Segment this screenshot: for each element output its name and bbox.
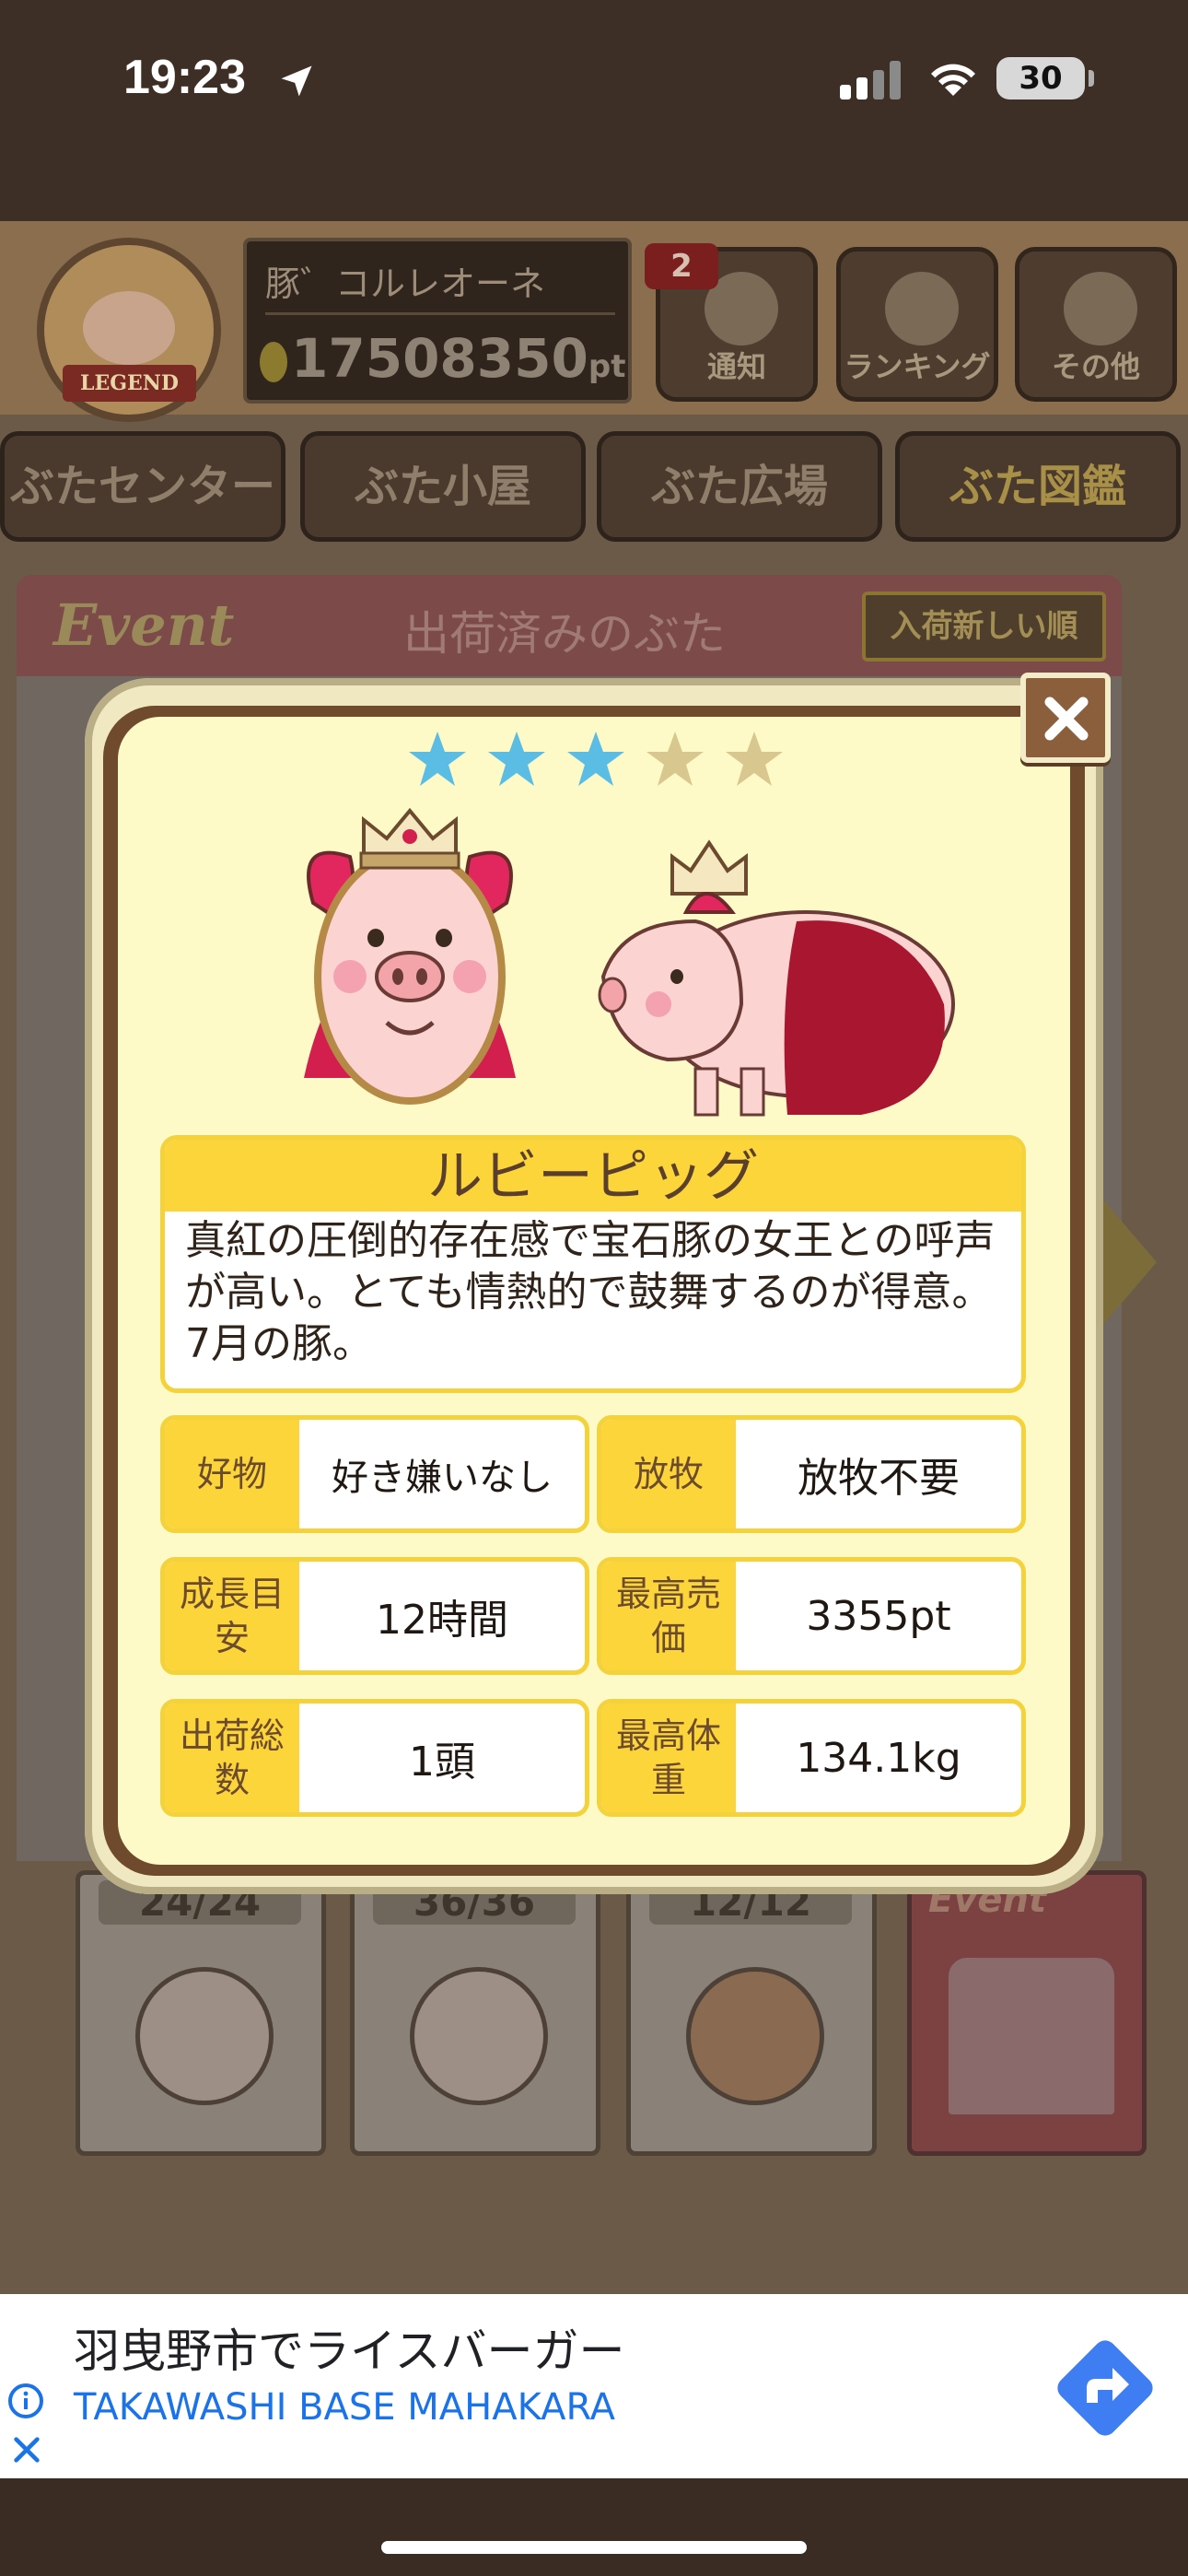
stat-label: 放牧 xyxy=(601,1420,736,1528)
ranking-label: ランキング xyxy=(844,349,991,384)
battery-icon: 30 xyxy=(996,57,1085,100)
stat-max-price: 最高売価 3355pt xyxy=(597,1557,1026,1675)
close-icon xyxy=(1044,697,1089,741)
info-icon[interactable] xyxy=(7,2383,44,2419)
event-logo: Event xyxy=(53,591,235,659)
directions-arrow-icon[interactable] xyxy=(1050,2333,1160,2443)
star-empty-icon xyxy=(726,732,783,786)
stat-value: 134.1kg xyxy=(796,1734,961,1782)
star-filled-icon xyxy=(409,732,466,786)
legend-ribbon: LEGEND xyxy=(63,365,196,402)
pig-face-icon xyxy=(410,1967,548,2105)
legend-badge[interactable]: LEGEND xyxy=(37,238,221,422)
star-filled-icon xyxy=(567,732,624,786)
stat-value: 好き嫌いなし xyxy=(332,1457,553,1499)
pig-info-panel: ルビーピッグ 真紅の圧倒的存在感で宝石豚の女王との呼声が高い。とても情熱的で鼓舞… xyxy=(160,1135,1026,1393)
close-button[interactable] xyxy=(1020,673,1111,763)
user-name: 豚゛コルレオーネ xyxy=(265,252,615,315)
bottom-area xyxy=(0,2478,1188,2576)
pig-face-icon xyxy=(83,291,175,365)
star-filled-icon xyxy=(488,732,545,786)
stat-label: 好物 xyxy=(165,1420,299,1528)
close-icon[interactable] xyxy=(9,2432,44,2467)
stat-label: 成長目安 xyxy=(165,1562,299,1670)
stat-value: 12時間 xyxy=(376,1597,508,1644)
stat-value: 3355pt xyxy=(806,1592,951,1640)
event-bar: Event 出荷済みのぶた 入荷新しい順 xyxy=(17,575,1122,676)
ad-banner[interactable]: 羽曳野市でライスバーガー TAKAWASHI BASE MAHAKARA xyxy=(0,2294,1188,2478)
gear-icon xyxy=(1064,272,1137,345)
album-event-item[interactable]: Event xyxy=(907,1870,1147,2156)
star-empty-icon xyxy=(646,732,704,786)
tab-buta-center[interactable]: ぶたセンター xyxy=(0,431,285,542)
ad-subtitle[interactable]: TAKAWASHI BASE MAHAKARA xyxy=(74,2386,615,2429)
other-label: その他 xyxy=(1051,349,1140,384)
battery-cap xyxy=(1089,70,1094,87)
pig-name: ルビーピッグ xyxy=(427,1144,759,1209)
stat-shipped-total: 出荷総数 1頭 xyxy=(160,1699,589,1817)
cellular-signal-icon xyxy=(840,61,901,100)
pig-description: 真紅の圧倒的存在感で宝石豚の女王との呼声が高い。とても情熱的で鼓舞するのが得意。… xyxy=(185,1217,996,1367)
points-unit: pt xyxy=(588,348,626,385)
home-indicator[interactable] xyxy=(381,2541,807,2554)
status-time: 19:23 xyxy=(123,51,246,104)
stat-favorite-food: 好物 好き嫌いなし xyxy=(160,1415,589,1533)
tab-buta-hiroba[interactable]: ぶた広場 xyxy=(597,431,882,542)
stat-value: 1頭 xyxy=(409,1739,475,1786)
coin-icon xyxy=(260,342,287,382)
stat-max-weight: 最高体重 134.1kg xyxy=(597,1699,1026,1817)
event-title: 出荷済みのぶた xyxy=(403,607,726,661)
wifi-icon xyxy=(931,64,975,96)
tab-buta-zukan[interactable]: ぶた図鑑 xyxy=(895,431,1181,542)
next-page-arrow-icon[interactable] xyxy=(1101,1198,1157,1327)
tab-buta-koya[interactable]: ぶた小屋 xyxy=(300,431,586,542)
album-item[interactable]: 12/12 xyxy=(626,1870,877,2156)
ruby-pig-front-illustration xyxy=(304,807,516,1105)
pig-face-icon xyxy=(135,1967,274,2105)
stat-label: 最高売価 xyxy=(601,1562,736,1670)
user-info-box: 豚゛コルレオーネ 17508350pt xyxy=(243,238,632,404)
ranking-button[interactable]: ランキング xyxy=(836,247,998,402)
album-item[interactable]: 24/24 xyxy=(76,1870,326,2156)
stat-value: 放牧不要 xyxy=(798,1455,960,1502)
stat-label: 最高体重 xyxy=(601,1704,736,1812)
album-item[interactable]: 36/36 xyxy=(350,1870,600,2156)
ad-title[interactable]: 羽曳野市でライスバーガー xyxy=(74,2314,625,2381)
circus-tent-icon xyxy=(949,1958,1114,2114)
location-arrow-icon xyxy=(281,65,312,97)
stat-label: 出荷総数 xyxy=(165,1704,299,1812)
status-bar: 19:23 30 xyxy=(0,0,1188,157)
notification-count-badge: 2 xyxy=(645,243,718,289)
user-points: 17508350pt xyxy=(260,326,628,391)
stat-grazing: 放牧 放牧不要 xyxy=(597,1415,1026,1533)
ruby-pig-side-illustration xyxy=(598,839,955,1117)
notification-label: 通知 xyxy=(706,349,766,384)
boar-face-icon xyxy=(686,1967,824,2105)
points-value: 17508350 xyxy=(291,327,588,390)
other-button[interactable]: その他 xyxy=(1015,247,1177,402)
crown-icon xyxy=(885,272,959,345)
stat-growth-time: 成長目安 12時間 xyxy=(160,1557,589,1675)
sort-button[interactable]: 入荷新しい順 xyxy=(862,591,1106,662)
